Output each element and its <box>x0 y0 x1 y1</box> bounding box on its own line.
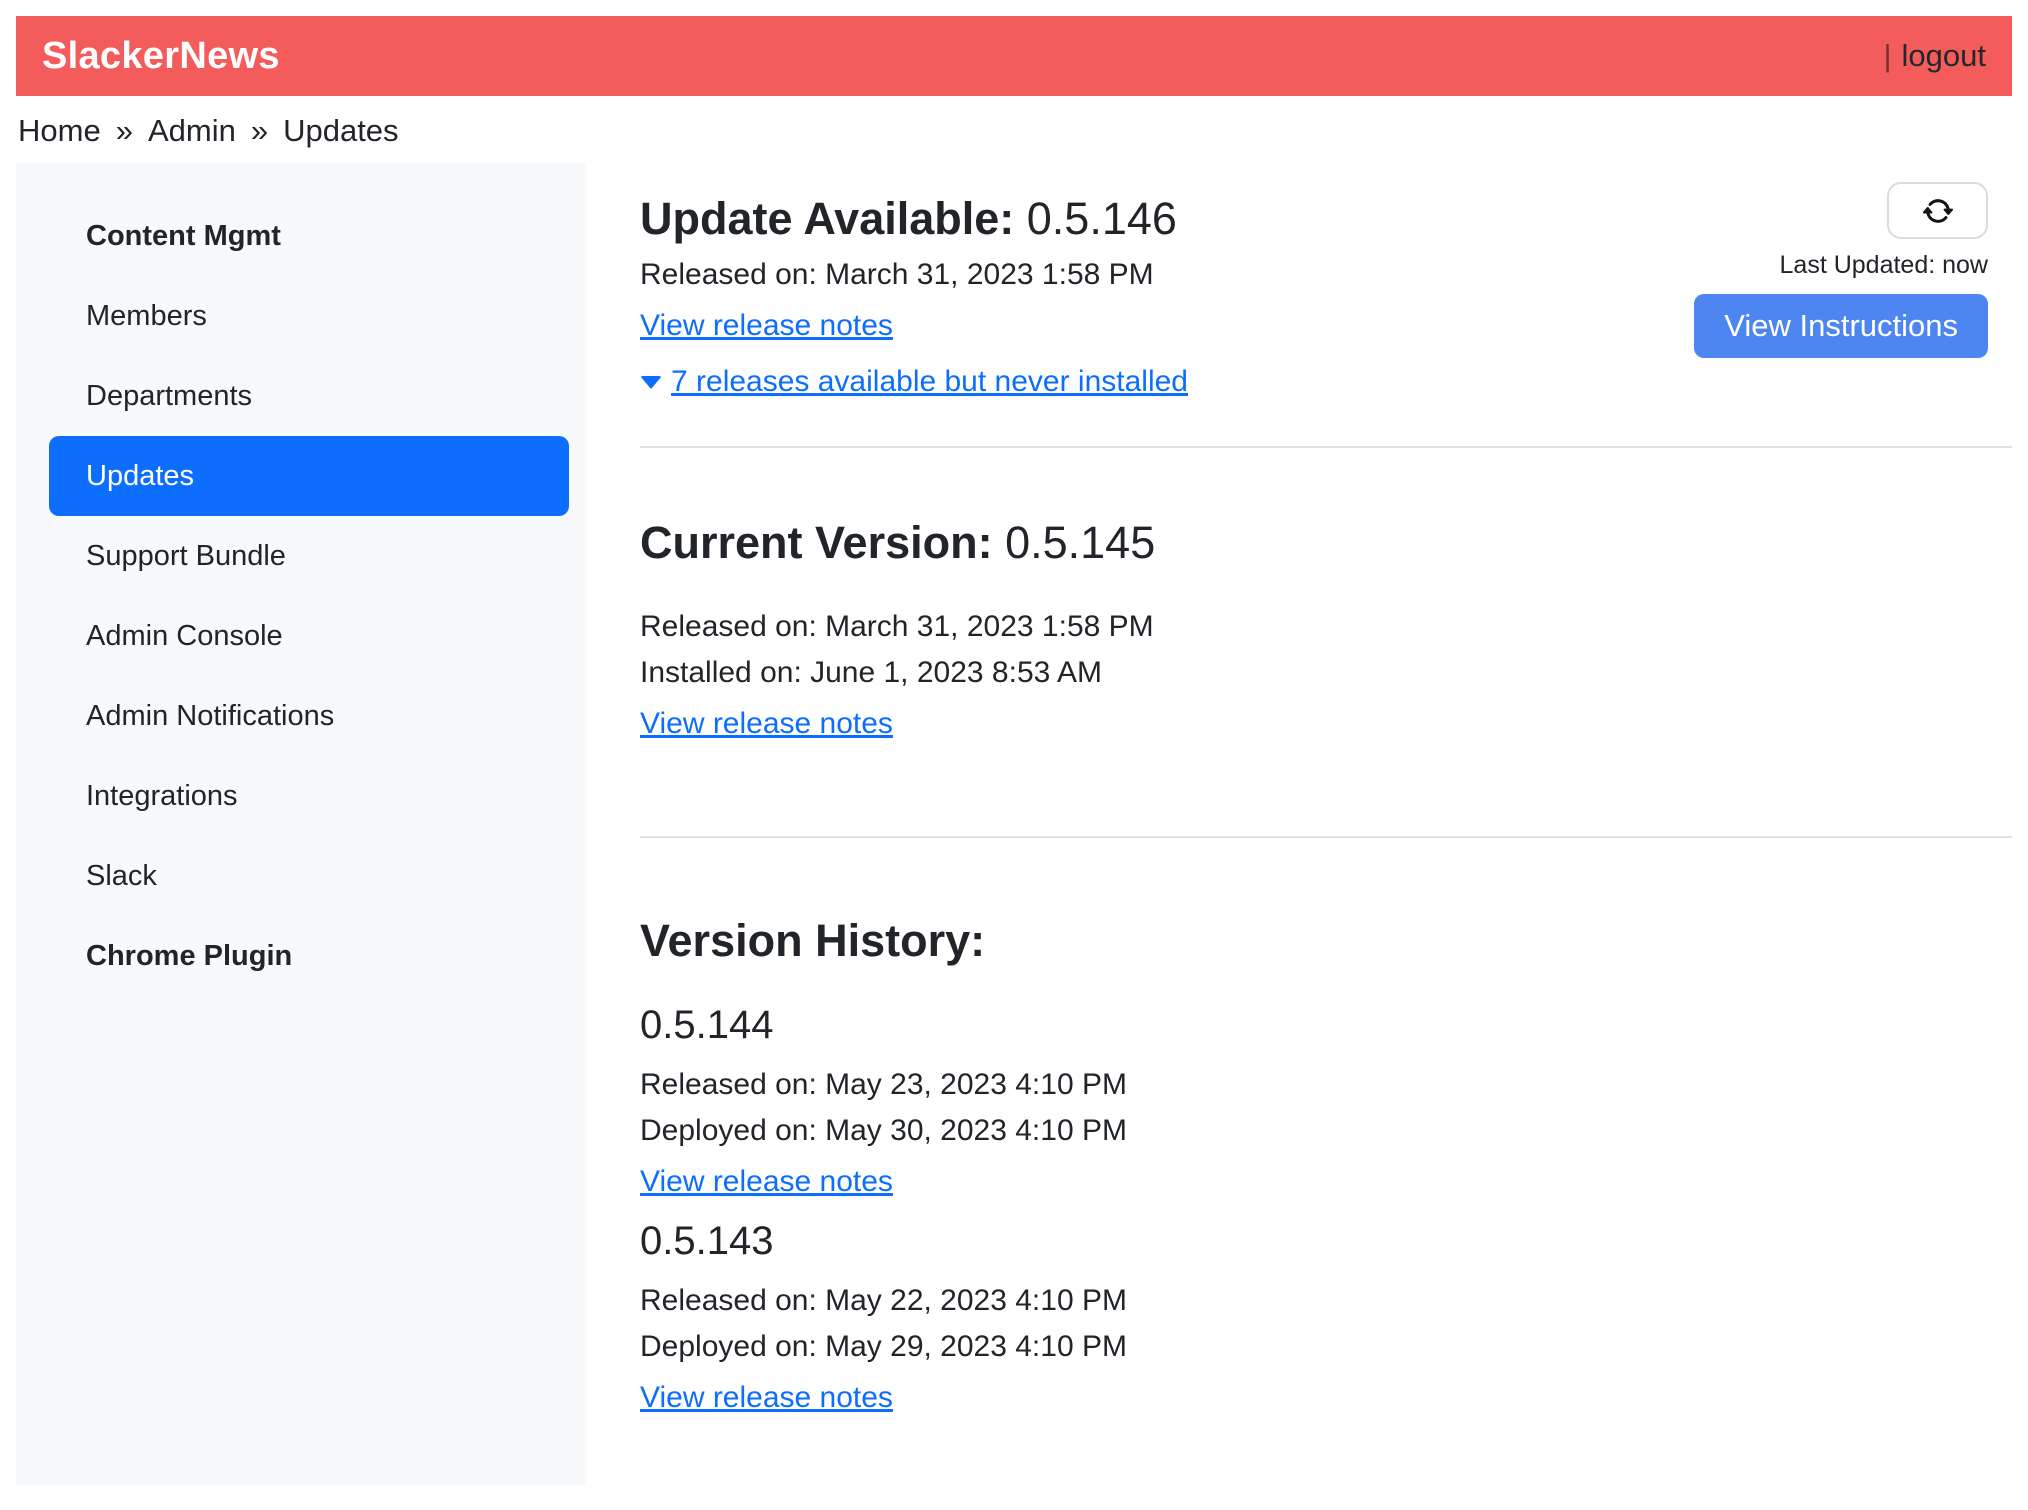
breadcrumb-home[interactable]: Home <box>18 113 101 149</box>
history-release-notes-link[interactable]: View release notes <box>640 1378 893 1418</box>
divider <box>640 836 2012 838</box>
history-release-notes-link[interactable]: View release notes <box>640 1162 893 1202</box>
logout-separator: | <box>1883 38 1891 74</box>
refresh-icon <box>1923 196 1953 226</box>
current-version-heading: Current Version: 0.5.145 <box>640 516 2012 570</box>
history-released-on: Released on: May 23, 2023 4:10 PM <box>640 1062 2012 1108</box>
admin-sidebar: Content Mgmt Members Departments Updates… <box>16 162 586 1486</box>
history-deployed-on: Deployed on: May 29, 2023 4:10 PM <box>640 1324 2012 1370</box>
sidebar-item-content-mgmt[interactable]: Content Mgmt <box>49 196 569 276</box>
current-released-on: Released on: March 31, 2023 1:58 PM <box>640 604 2012 650</box>
current-installed-on: Installed on: June 1, 2023 8:53 AM <box>640 650 2012 696</box>
logout-area: | logout <box>1883 38 1986 74</box>
breadcrumb: Home » Admin » Updates <box>16 96 2012 162</box>
update-release-notes-link[interactable]: View release notes <box>640 306 893 346</box>
current-version-number: 0.5.145 <box>1005 517 1155 568</box>
history-version-number: 0.5.143 <box>640 1216 2012 1266</box>
version-history-label: Version History: <box>640 915 985 966</box>
update-actions: Last Updated: now View Instructions <box>1694 182 1988 358</box>
breadcrumb-admin[interactable]: Admin <box>148 113 236 149</box>
version-history-entry: 0.5.143 Released on: May 22, 2023 4:10 P… <box>640 1216 2012 1418</box>
top-nav-bar: SlackerNews | logout <box>16 16 2012 96</box>
view-instructions-button[interactable]: View Instructions <box>1694 294 1988 358</box>
releases-toggle-row: 7 releases available but never installed <box>640 362 2012 402</box>
sidebar-item-slack[interactable]: Slack <box>49 836 569 916</box>
current-version-label: Current Version: <box>640 517 993 568</box>
refresh-button[interactable] <box>1887 182 1988 239</box>
history-deployed-on: Deployed on: May 30, 2023 4:10 PM <box>640 1108 2012 1154</box>
caret-down-icon[interactable] <box>640 376 662 389</box>
breadcrumb-updates: Updates <box>283 113 398 149</box>
app-logo: SlackerNews <box>42 35 280 78</box>
breadcrumb-separator: » <box>116 113 133 149</box>
content-layout: Content Mgmt Members Departments Updates… <box>16 162 2012 1486</box>
sidebar-item-updates[interactable]: Updates <box>49 436 569 516</box>
breadcrumb-separator: » <box>251 113 268 149</box>
update-available-version: 0.5.146 <box>1027 193 1177 244</box>
sidebar-item-chrome-plugin[interactable]: Chrome Plugin <box>49 916 569 996</box>
sidebar-item-members[interactable]: Members <box>49 276 569 356</box>
releases-available-toggle[interactable]: 7 releases available but never installed <box>671 362 1188 402</box>
history-released-on: Released on: May 22, 2023 4:10 PM <box>640 1278 2012 1324</box>
page: SlackerNews | logout Home » Admin » Upda… <box>0 0 2028 1510</box>
sidebar-item-admin-console[interactable]: Admin Console <box>49 596 569 676</box>
current-release-notes-link[interactable]: View release notes <box>640 704 893 744</box>
sidebar-item-integrations[interactable]: Integrations <box>49 756 569 836</box>
logout-link[interactable]: logout <box>1902 38 1986 74</box>
divider <box>640 446 2012 448</box>
sidebar-item-support-bundle[interactable]: Support Bundle <box>49 516 569 596</box>
update-available-label: Update Available: <box>640 193 1014 244</box>
sidebar-item-departments[interactable]: Departments <box>49 356 569 436</box>
history-version-number: 0.5.144 <box>640 1000 2012 1050</box>
version-history-heading: Version History: <box>640 914 2012 968</box>
updates-main-panel: Last Updated: now View Instructions Upda… <box>586 162 2012 1418</box>
sidebar-item-admin-notifications[interactable]: Admin Notifications <box>49 676 569 756</box>
last-updated-status: Last Updated: now <box>1780 251 1988 280</box>
version-history-entry: 0.5.144 Released on: May 23, 2023 4:10 P… <box>640 1000 2012 1202</box>
